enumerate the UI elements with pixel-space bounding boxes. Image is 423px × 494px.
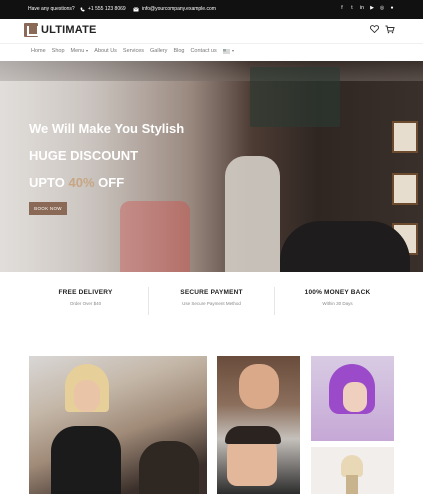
nav-item-label: Services — [122, 48, 145, 54]
youtube-icon[interactable]: ▶ — [369, 5, 375, 11]
facebook-icon[interactable]: f — [339, 5, 345, 11]
question-text: Have any questions? — [28, 6, 75, 12]
logo-text: ULTIMATE — [41, 24, 97, 36]
discount-prefix: UPTO — [29, 175, 69, 190]
feature-money-back: 100% MONEY BACK Within 30 Days — [275, 289, 400, 306]
instagram-icon[interactable]: ◎ — [379, 5, 385, 11]
mail-icon — [133, 6, 139, 11]
feature-subtitle: Within 30 Days — [322, 301, 353, 306]
book-now-button[interactable]: BOOK NOW — [29, 202, 67, 215]
image-detail — [239, 364, 279, 409]
hero-banner: We Will Make You Stylish HUGE DISCOUNT U… — [0, 61, 423, 272]
flag-icon — [222, 48, 230, 54]
gallery-image-hairdresser[interactable] — [29, 356, 207, 494]
social-links: f t in ▶ ◎ ● — [339, 5, 395, 11]
feature-subtitle: Order Over $40 — [69, 301, 102, 306]
phone-link[interactable]: +1 555 123 8069 — [80, 6, 126, 12]
image-detail — [225, 426, 281, 444]
nav-item-about[interactable]: About Us — [94, 48, 117, 54]
feature-title: SECURE PAYMENT — [180, 289, 243, 296]
nav-item-gallery[interactable]: Gallery — [150, 48, 167, 54]
feature-free-delivery: FREE DELIVERY Order Over $40 — [23, 289, 148, 306]
nav-item-label: About Us — [94, 48, 117, 54]
email-link[interactable]: info@yourcompany.example.com — [133, 6, 216, 12]
phone-icon — [80, 7, 85, 11]
heart-icon[interactable] — [370, 25, 379, 33]
gallery-image-shaving-brush[interactable] — [311, 447, 394, 494]
gallery-image-purple-hair[interactable] — [311, 356, 394, 441]
hero-client-figure — [280, 221, 410, 272]
discount-suffix: OFF — [94, 175, 125, 190]
feature-subtitle: Use Secure Payment Method — [182, 301, 241, 306]
hero-discount: UPTO 40% OFF — [29, 175, 124, 190]
image-detail — [139, 441, 199, 494]
phone-number: +1 555 123 8069 — [88, 6, 126, 12]
nav-item-home[interactable]: Home — [31, 48, 46, 54]
site-header: ULTIMATE — [0, 19, 423, 43]
cart-icon[interactable] — [385, 25, 395, 34]
feature-secure-payment: SECURE PAYMENT Use Secure Payment Method — [149, 289, 274, 306]
nav-item-label: Gallery — [150, 48, 168, 54]
discount-percent: 40% — [68, 175, 95, 190]
github-icon[interactable]: ● — [389, 5, 395, 11]
chevron-down-icon — [231, 50, 234, 52]
top-bar: Have any questions? +1 555 123 8069 info… — [0, 0, 423, 19]
feature-title: FREE DELIVERY — [58, 289, 113, 296]
linkedin-icon[interactable]: in — [359, 5, 365, 11]
hero-frame — [392, 173, 418, 205]
nav-item-services[interactable]: Services — [123, 48, 144, 54]
gallery-grid — [0, 355, 423, 494]
features-strip: FREE DELIVERY Order Over $40 SECURE PAYM… — [0, 272, 423, 342]
image-detail — [346, 475, 358, 494]
main-nav: Home Shop Menu About Us Services Gallery… — [0, 43, 423, 60]
hero-overlay — [0, 61, 250, 272]
email-address: info@yourcompany.example.com — [142, 6, 216, 12]
gallery-image-men[interactable] — [217, 356, 300, 494]
language-selector[interactable] — [222, 48, 234, 54]
hero-frame — [392, 121, 418, 153]
feature-title: 100% MONEY BACK — [304, 289, 371, 296]
hero-heading: We Will Make You Stylish — [29, 121, 185, 136]
nav-item-label: Contact us — [190, 48, 217, 54]
nav-item-shop[interactable]: Shop — [52, 48, 65, 54]
nav-item-menu[interactable]: Menu — [71, 48, 89, 54]
chevron-down-icon — [86, 50, 89, 52]
twitter-icon[interactable]: t — [349, 5, 355, 11]
nav-item-blog[interactable]: Blog — [173, 48, 184, 54]
image-detail — [51, 426, 121, 494]
image-detail — [74, 380, 100, 412]
image-detail — [343, 382, 367, 412]
image-detail — [341, 455, 363, 477]
nav-item-label: Shop — [51, 48, 65, 54]
logo[interactable]: ULTIMATE — [24, 23, 97, 37]
nav-item-label: Menu — [70, 48, 85, 54]
hero-mirror — [250, 67, 340, 127]
nav-item-contact[interactable]: Contact us — [190, 48, 216, 54]
logo-mark-icon — [24, 23, 39, 37]
hero-subheading: HUGE DISCOUNT — [29, 148, 139, 163]
nav-item-label: Blog — [173, 48, 185, 54]
nav-item-label: Home — [31, 48, 46, 54]
